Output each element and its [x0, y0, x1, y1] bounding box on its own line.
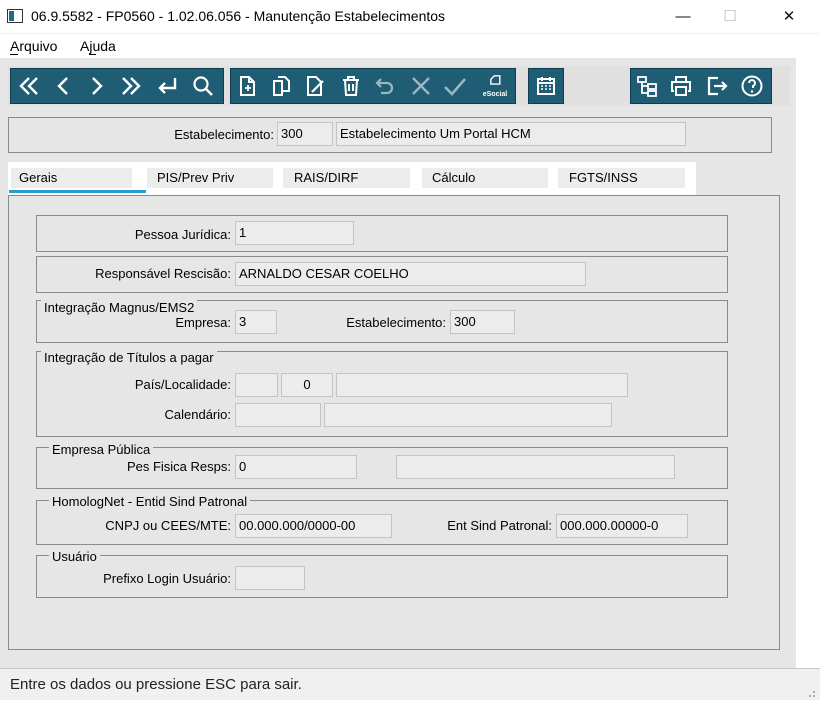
menu-bar — [0, 34, 820, 58]
estabelecimento-code-field[interactable]: 300 — [277, 122, 333, 146]
pes-fisica-desc-field — [396, 455, 675, 479]
estabelecimento-label: Estabelecimento: — [174, 127, 274, 142]
right-margin — [796, 58, 820, 668]
search-icon — [193, 76, 213, 96]
cancel-icon — [412, 77, 430, 95]
prefixo-login-label: Prefixo Login Usuário: — [103, 571, 231, 586]
confirm-icon — [444, 78, 466, 96]
delete-icon — [343, 76, 359, 96]
magnus-estabelecimento-label: Estabelecimento: — [346, 315, 446, 330]
calendar-button[interactable] — [531, 70, 561, 102]
window-title: 06.9.5582 - FP0560 - 1.02.06.056 - Manut… — [31, 8, 446, 24]
exit-button[interactable] — [702, 70, 732, 102]
print-icon — [671, 76, 691, 96]
localidade-desc-field — [336, 373, 628, 397]
localidade-field[interactable]: 0 — [281, 373, 333, 397]
pessoa-juridica-field[interactable]: 1 — [235, 221, 354, 245]
app-icon — [7, 9, 23, 23]
empresa-publica-legend: Empresa Pública — [49, 442, 154, 457]
ent-sind-patronal-label: Ent Sind Patronal: — [447, 518, 552, 533]
edit-button[interactable] — [300, 70, 330, 102]
maximize-button[interactable]: ☐ — [707, 4, 753, 30]
edit-icon — [307, 76, 324, 96]
delete-button[interactable] — [336, 70, 366, 102]
tree-icon — [637, 76, 657, 97]
ent-sind-patronal-field[interactable]: 000.000.00000-0 — [556, 514, 688, 538]
last-record-button[interactable] — [116, 70, 146, 102]
active-tab-indicator — [9, 190, 146, 193]
next-record-icon — [92, 77, 103, 95]
magnus-legend: Integração Magnus/EMS2 — [41, 300, 198, 315]
copy-button[interactable] — [266, 70, 296, 102]
exit-icon — [707, 76, 728, 96]
cnpj-field[interactable]: 00.000.000/0000-00 — [235, 514, 392, 538]
last-record-icon — [122, 77, 141, 95]
menu-arquivo[interactable]: Arquivo — [10, 38, 57, 54]
new-button[interactable] — [232, 70, 262, 102]
pais-field[interactable] — [235, 373, 278, 397]
homolognet-legend: HomologNet - Entid Sind Patronal — [49, 494, 251, 509]
minimize-button[interactable]: — — [660, 4, 706, 30]
tree-button[interactable] — [632, 70, 662, 102]
pes-fisica-label: Pes Fisica Resps: — [126, 459, 231, 474]
calendario-label: Calendário: — [164, 407, 232, 422]
menu-ajuda-mnemonic — [89, 54, 96, 55]
help-icon — [741, 75, 763, 97]
empresa-field[interactable]: 3 — [235, 310, 277, 334]
next-record-button[interactable] — [82, 70, 112, 102]
titulos-legend: Integração de Títulos a pagar — [41, 350, 217, 365]
menu-arquivo-mnemonic — [10, 54, 18, 55]
calendario-desc-field — [324, 403, 612, 427]
new-icon — [240, 76, 255, 96]
go-to-button[interactable] — [152, 70, 182, 102]
estabelecimento-name-field: Estabelecimento Um Portal HCM — [336, 122, 686, 146]
help-button[interactable] — [737, 70, 767, 102]
prefixo-login-field[interactable] — [235, 566, 305, 590]
undo-icon — [375, 78, 394, 95]
esocial-label: eSocial — [482, 91, 508, 98]
first-record-icon — [19, 77, 38, 95]
calendario-field[interactable] — [235, 403, 321, 427]
calendar-icon — [537, 77, 555, 95]
responsavel-label: Responsável Rescisão: — [95, 266, 231, 281]
confirm-button[interactable] — [440, 70, 470, 102]
tab-fgts-inss[interactable]: FGTS/INSS — [569, 170, 638, 185]
tab-pis-prev-priv[interactable]: PIS/Prev Priv — [157, 170, 234, 185]
esocial-icon — [490, 75, 501, 85]
print-button[interactable] — [666, 70, 696, 102]
tab-gerais[interactable]: Gerais — [19, 170, 57, 185]
tab-calculo[interactable]: Cálculo — [432, 170, 475, 185]
close-button[interactable]: ✕ — [766, 4, 812, 30]
responsavel-field[interactable]: ARNALDO CESAR COELHO — [235, 262, 586, 286]
cnpj-label: CNPJ ou CEES/MTE: — [105, 518, 231, 533]
copy-icon — [273, 76, 290, 96]
status-message: Entre os dados ou pressione ESC para sai… — [10, 676, 302, 693]
empresa-label: Empresa: — [175, 315, 231, 330]
pes-fisica-field[interactable]: 0 — [235, 455, 357, 479]
cancel-button[interactable] — [406, 70, 436, 102]
tab-rais-dirf[interactable]: RAIS/DIRF — [294, 170, 358, 185]
pessoa-juridica-label: Pessoa Jurídica: — [134, 227, 231, 242]
usuario-legend: Usuário — [49, 549, 100, 564]
undo-button[interactable] — [370, 70, 400, 102]
first-record-button[interactable] — [14, 70, 44, 102]
previous-record-button[interactable] — [48, 70, 78, 102]
go-to-icon — [158, 78, 177, 94]
search-button[interactable] — [188, 70, 218, 102]
esocial-button[interactable]: eSocial — [478, 70, 512, 102]
magnus-estabelecimento-field[interactable]: 300 — [450, 310, 515, 334]
previous-record-icon — [57, 77, 68, 95]
menu-ajuda[interactable]: Ajuda — [80, 38, 116, 54]
resize-grip-icon[interactable] — [806, 686, 816, 697]
pais-localidade-label: País/Localidade: — [134, 377, 231, 392]
